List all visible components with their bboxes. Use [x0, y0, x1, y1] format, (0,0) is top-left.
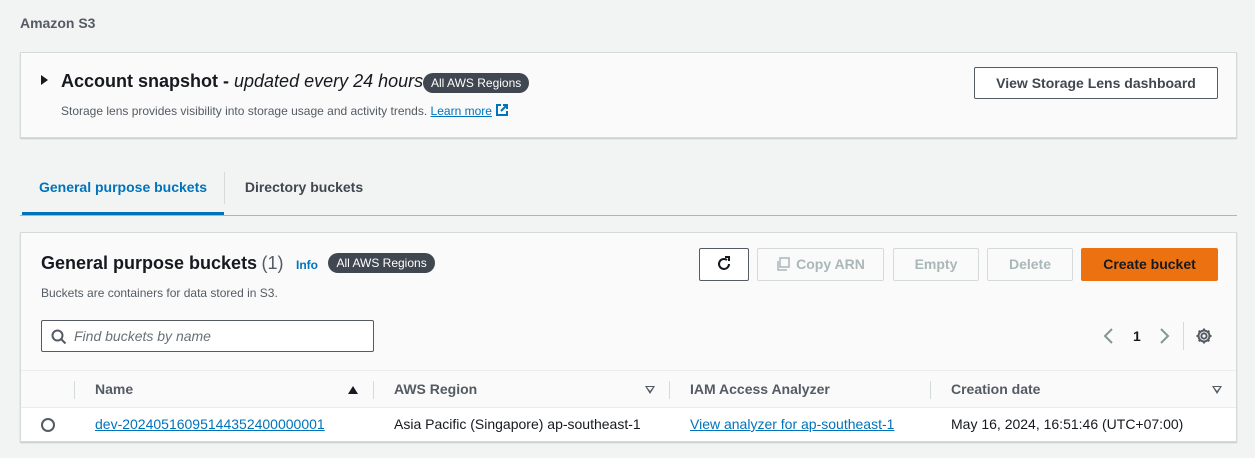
- create-bucket-button[interactable]: Create bucket: [1081, 248, 1218, 281]
- previous-page-icon[interactable]: [1103, 328, 1115, 344]
- empty-button[interactable]: Empty: [893, 248, 979, 281]
- table-header: Name AWS Region IAM Access Analyzer Crea…: [21, 370, 1236, 408]
- expand-caret-icon[interactable]: [41, 75, 48, 85]
- search-box: [41, 320, 374, 352]
- account-snapshot-panel: Account snapshot - updated every 24 hour…: [20, 52, 1237, 138]
- region-badge: All AWS Regions: [328, 253, 435, 273]
- bucket-tabs: General purpose buckets Directory bucket…: [20, 160, 1237, 216]
- copy-icon: [777, 257, 790, 271]
- column-divider: [74, 381, 75, 399]
- refresh-button[interactable]: [699, 248, 749, 281]
- panel-description: Buckets are containers for data stored i…: [41, 286, 278, 300]
- snapshot-title-suffix: updated every 24 hours: [234, 71, 424, 91]
- refresh-icon: [718, 256, 730, 270]
- external-link-icon: [495, 104, 508, 116]
- tab-general-purpose-buckets[interactable]: General purpose buckets: [22, 160, 224, 215]
- pager-divider: [1183, 322, 1184, 350]
- snapshot-description-text: Storage lens provides visibility into st…: [61, 104, 428, 118]
- bucket-region: Asia Pacific (Singapore) ap-southeast-1: [394, 416, 641, 432]
- column-header-name[interactable]: Name: [95, 371, 133, 408]
- current-page[interactable]: 1: [1133, 328, 1141, 344]
- row-select-radio[interactable]: [41, 418, 55, 432]
- column-divider[interactable]: [930, 381, 931, 399]
- view-analyzer-link[interactable]: View analyzer for ap-southeast-1: [690, 408, 894, 441]
- snapshot-description: Storage lens provides visibility into st…: [61, 103, 509, 118]
- delete-button[interactable]: Delete: [987, 248, 1073, 281]
- region-badge: All AWS Regions: [423, 73, 530, 93]
- sort-icon[interactable]: [1212, 386, 1222, 394]
- buckets-panel: General purpose buckets (1) Info All AWS…: [20, 232, 1237, 442]
- search-input[interactable]: [74, 322, 364, 350]
- tab-directory-buckets[interactable]: Directory buckets: [226, 160, 382, 216]
- sort-icon[interactable]: [645, 386, 655, 394]
- column-divider[interactable]: [669, 381, 670, 399]
- bucket-name-link[interactable]: dev-20240516095144352400000001: [95, 408, 325, 441]
- panel-header: General purpose buckets (1) Info All AWS…: [41, 253, 435, 274]
- bucket-count: (1): [261, 253, 284, 273]
- tab-divider: [224, 172, 225, 204]
- next-page-icon[interactable]: [1158, 328, 1170, 344]
- column-header-region[interactable]: AWS Region: [394, 371, 477, 408]
- column-divider[interactable]: [373, 381, 374, 399]
- bucket-creation-date: May 16, 2024, 16:51:46 (UTC+07:00): [951, 416, 1184, 432]
- column-header-creation-date[interactable]: Creation date: [951, 371, 1040, 408]
- search-icon: [51, 329, 67, 345]
- view-storage-lens-button[interactable]: View Storage Lens dashboard: [974, 67, 1218, 99]
- gear-icon[interactable]: [1195, 327, 1213, 345]
- snapshot-title[interactable]: Account snapshot - updated every 24 hour…: [61, 71, 423, 92]
- info-link[interactable]: Info: [296, 258, 318, 272]
- snapshot-title-text: Account snapshot: [61, 71, 219, 91]
- sort-ascending-icon[interactable]: [348, 386, 358, 394]
- panel-title: General purpose buckets: [41, 253, 258, 273]
- breadcrumb[interactable]: Amazon S3: [20, 15, 95, 31]
- learn-more-link[interactable]: Learn more: [431, 104, 492, 118]
- table-row[interactable]: dev-20240516095144352400000001 Asia Paci…: [21, 408, 1236, 441]
- copy-arn-button[interactable]: Copy ARN: [757, 248, 884, 281]
- column-header-analyzer[interactable]: IAM Access Analyzer: [690, 371, 830, 408]
- copy-arn-label: Copy ARN: [796, 256, 865, 272]
